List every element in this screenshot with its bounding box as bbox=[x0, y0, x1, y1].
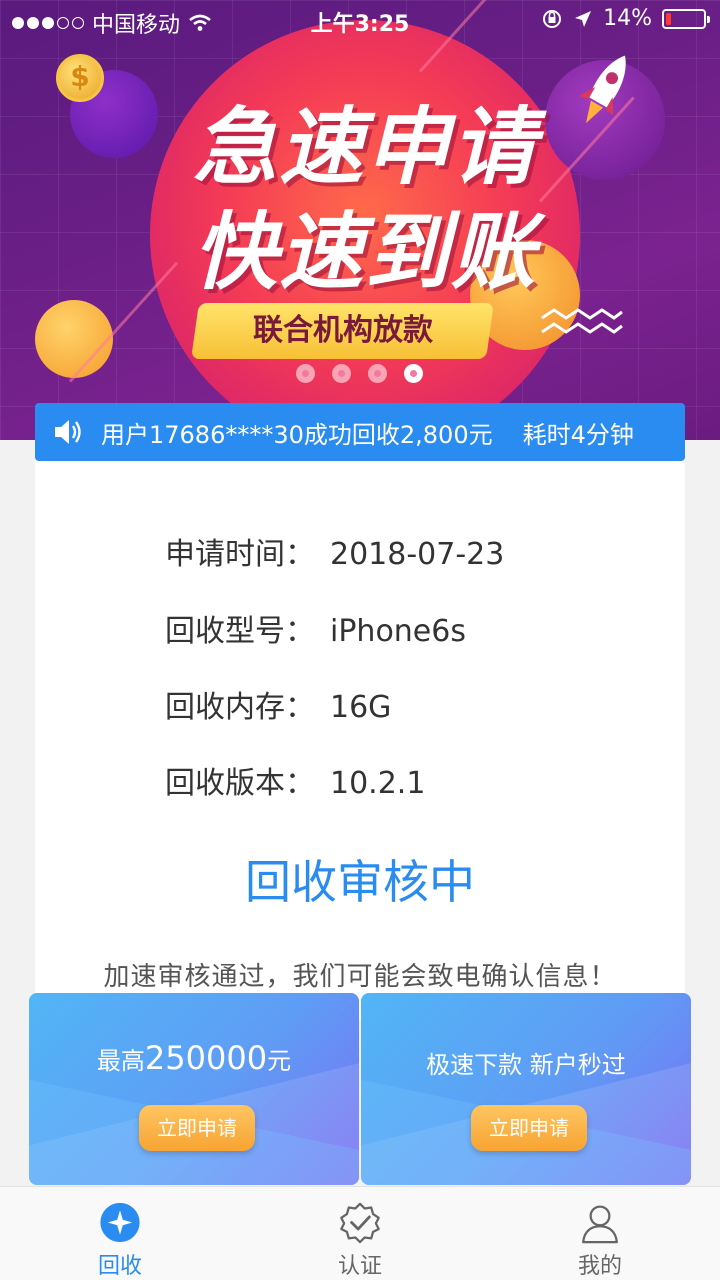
status-right: 14% bbox=[541, 6, 710, 31]
apply-now-button[interactable]: 立即申请 bbox=[139, 1105, 255, 1151]
tab-mine[interactable]: 我的 bbox=[480, 1187, 720, 1280]
battery-fill bbox=[666, 12, 671, 25]
verify-badge-icon bbox=[340, 1202, 380, 1244]
info-row-version: 回收版本： 10.2.1 bbox=[165, 758, 425, 802]
user-icon bbox=[582, 1205, 618, 1244]
application-info-card: 申请时间： 2018-07-23 回收型号： iPhone6s 回收内存： 16G 回… bbox=[35, 461, 685, 1021]
review-hint: 加速审核通过，我们可能会致电确认信息！ bbox=[103, 962, 617, 992]
banner-headline-1: 急速申请 bbox=[192, 98, 537, 196]
promo-title-amount: 250000 bbox=[144, 1039, 268, 1077]
carousel-indicator[interactable] bbox=[296, 364, 423, 383]
info-value: iPhone6s bbox=[330, 614, 466, 649]
coin-icon: $ bbox=[56, 54, 104, 102]
promo-card-max-amount[interactable]: 最高250000元 立即申请 bbox=[29, 993, 359, 1185]
info-label: 回收版本： bbox=[165, 766, 315, 801]
speaker-icon bbox=[55, 420, 81, 444]
info-value: 10.2.1 bbox=[330, 766, 426, 801]
promo-card-fast-loan[interactable]: 极速下款 新户秒过 立即申请 bbox=[361, 993, 691, 1185]
orientation-lock-icon bbox=[543, 9, 562, 28]
notice-duration: 耗时4分钟 bbox=[522, 420, 634, 449]
carousel-dot[interactable] bbox=[296, 364, 315, 383]
rocket-icon bbox=[578, 55, 626, 124]
carousel-dot[interactable] bbox=[332, 364, 351, 383]
promo-title: 最高250000元 bbox=[29, 1039, 359, 1077]
promo-title-prefix: 最高 bbox=[96, 1047, 145, 1075]
promo-title: 极速下款 新户秒过 bbox=[426, 1051, 626, 1079]
tab-label: 认证 bbox=[337, 1254, 382, 1279]
tab-recycle[interactable]: 回收 bbox=[0, 1187, 240, 1280]
tab-bar: 回收 认证 我的 bbox=[0, 1186, 720, 1280]
info-row-apply-time: 申请时间： 2018-07-23 bbox=[165, 529, 504, 573]
recycle-icon bbox=[100, 1202, 140, 1243]
banner-tag: 联合机构放款 bbox=[191, 303, 494, 359]
notice-bar[interactable]: 用户17686****30成功回收2,800元 耗时4分钟 bbox=[35, 403, 685, 461]
info-row-storage: 回收内存： 16G bbox=[165, 682, 391, 726]
decor-ball bbox=[35, 300, 113, 378]
banner-headline-2: 快速到账 bbox=[192, 203, 537, 301]
info-value: 16G bbox=[330, 690, 392, 725]
carousel-dot[interactable] bbox=[368, 364, 387, 383]
info-label: 申请时间： bbox=[165, 537, 315, 572]
tab-label: 我的 bbox=[577, 1254, 622, 1279]
info-row-model: 回收型号： iPhone6s bbox=[165, 606, 466, 650]
tab-label: 回收 bbox=[97, 1254, 142, 1279]
tab-verify[interactable]: 认证 bbox=[240, 1187, 480, 1280]
battery-percent: 14% bbox=[603, 6, 652, 31]
notice-message: 用户17686****30成功回收2,800元 bbox=[101, 420, 493, 449]
carousel-dot-active[interactable] bbox=[404, 364, 423, 383]
info-value: 2018-07-23 bbox=[330, 537, 505, 572]
review-status: 回收审核中 bbox=[245, 855, 475, 909]
status-bar: 中国移动 上午3:25 14% bbox=[0, 0, 720, 40]
info-label: 回收内存： bbox=[165, 690, 315, 725]
apply-now-button[interactable]: 立即申请 bbox=[471, 1105, 587, 1151]
zigzag-decor-icon bbox=[541, 308, 623, 334]
banner-tag-label: 联合机构放款 bbox=[252, 313, 433, 348]
info-label: 回收型号： bbox=[165, 614, 315, 649]
battery-icon bbox=[662, 8, 710, 29]
location-arrow-icon bbox=[575, 10, 592, 27]
promo-banner[interactable]: $ 急速申请 快速到账 联合机构放款 bbox=[0, 0, 720, 440]
promo-title-suffix: 元 bbox=[267, 1047, 292, 1075]
